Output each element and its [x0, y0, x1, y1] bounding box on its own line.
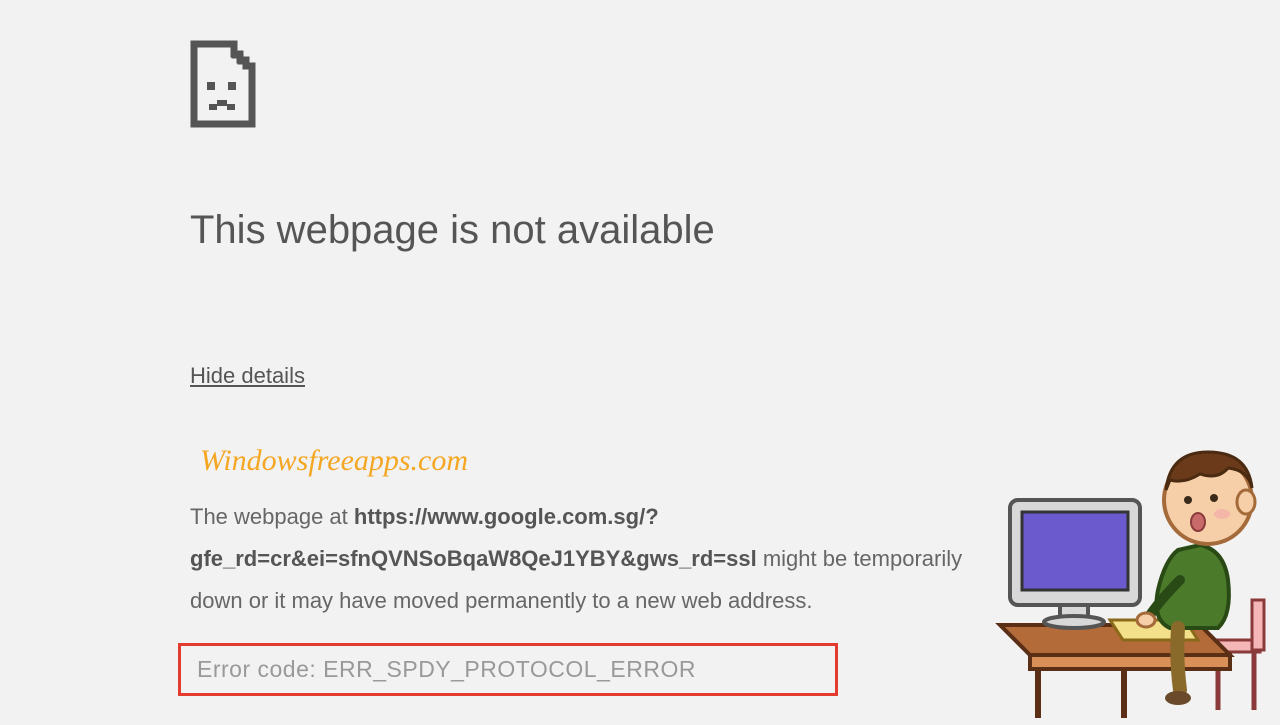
hide-details-link[interactable]: Hide details: [190, 363, 305, 389]
error-code: Error code: ERR_SPDY_PROTOCOL_ERROR: [197, 656, 819, 683]
error-code-highlight: Error code: ERR_SPDY_PROTOCOL_ERROR: [178, 643, 838, 696]
error-details: The webpage at https://www.google.com.sg…: [190, 496, 1010, 621]
cartoon-illustration: [970, 440, 1280, 720]
watermark-text: Windowsfreeapps.com: [200, 444, 1040, 478]
page-title: This webpage is not available: [190, 208, 1040, 253]
sad-page-icon: [190, 40, 256, 128]
details-prefix: The webpage at: [190, 504, 354, 529]
